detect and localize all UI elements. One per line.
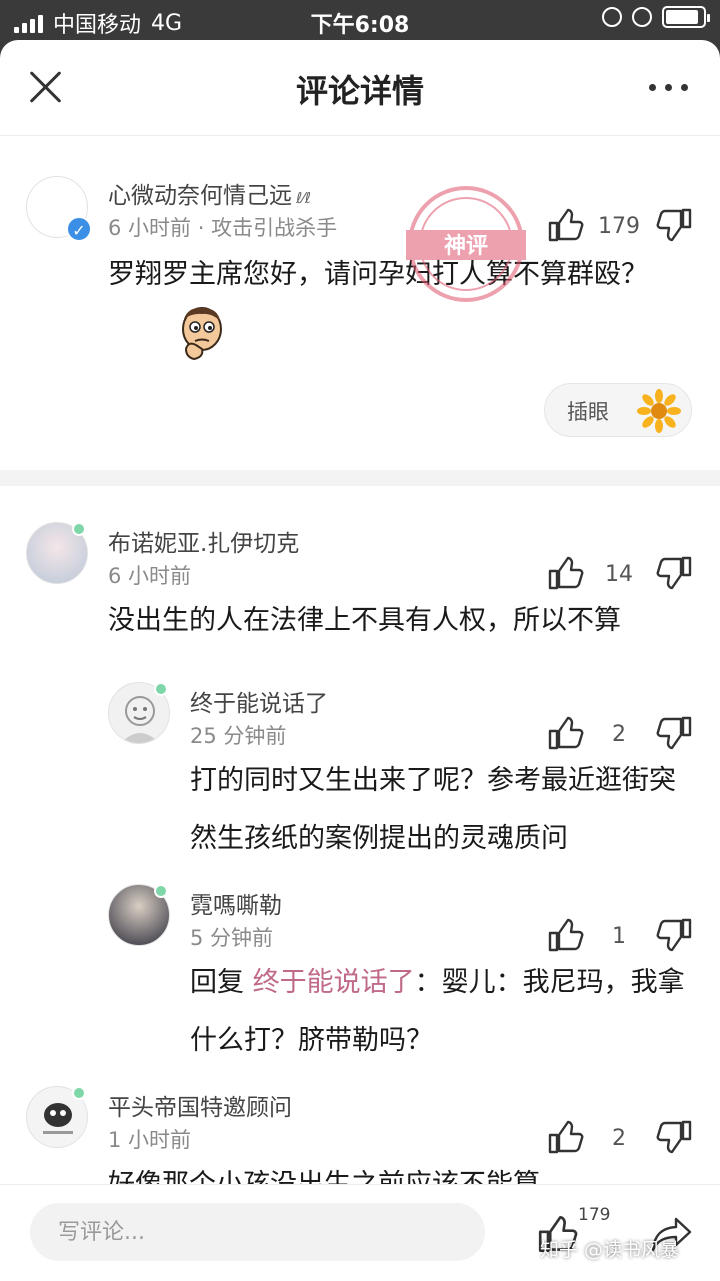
comment-meta: 6 小时前 · 攻击引战杀手	[108, 216, 338, 240]
like-icon[interactable]	[548, 716, 584, 750]
comment-author[interactable]: 霓嗎嘶勒	[190, 886, 282, 920]
dislike-icon[interactable]	[656, 208, 692, 242]
stamp-text: 神评	[444, 233, 488, 259]
like-count: 2	[612, 722, 626, 747]
reply-comment: 平头帝国特邀顾问 1 小时前 好像那个小孩没出生之前应该不能算 2	[0, 1070, 720, 1200]
comment-author[interactable]: 终于能说话了	[190, 684, 328, 718]
like-count: 179	[598, 214, 640, 239]
reply-colon: ：	[414, 967, 442, 998]
online-status-icon	[154, 884, 168, 898]
sunflower-icon	[637, 389, 681, 433]
comment-time: 6 小时前	[108, 564, 192, 588]
like-count: 2	[612, 1126, 626, 1151]
reply-comment: 布诺妮亚.扎伊切克 6 小时前 没出生的人在法律上不具有人权，所以不算 14	[0, 486, 720, 686]
dislike-icon[interactable]	[656, 1120, 692, 1154]
like-count: 179	[578, 1205, 611, 1225]
dislike-icon[interactable]	[656, 918, 692, 952]
verified-badge-icon: ✓	[66, 216, 92, 242]
thinking-emoji-icon	[182, 307, 222, 361]
bottom-bar: 179 知乎 @读书风暴	[0, 1184, 720, 1281]
nested-reply: 霓嗎嘶勒 5 分钟前 回复 终于能说话了：婴儿：我尼玛，我拿什么打？脐带勒吗？ …	[0, 868, 720, 1068]
online-status-icon	[72, 522, 86, 536]
reply-prefix: 回复	[190, 967, 244, 998]
comment-text: 打的同时又生出来了呢？参考最近逛街突然生孩纸的案例提出的灵魂质问	[190, 765, 676, 854]
status-bar: 中国移动 4G 下午6:08	[0, 0, 720, 40]
author-suffix: ℓ⁄ℓ	[296, 189, 311, 207]
watermark: 知乎 @读书风暴	[540, 1239, 680, 1261]
comment-input[interactable]	[30, 1203, 485, 1261]
comment-text: 罗翔罗主席您好，请问孕妇打人算不算群殴？	[108, 259, 648, 290]
comment-detail-sheet: 评论详情 ✓ 心微动奈何情己远 ℓ⁄ℓ 6 小时前 · 攻击引战杀手 罗翔罗主席您…	[0, 40, 720, 1281]
online-status-icon	[154, 682, 168, 696]
comment-time: 5 分钟前	[190, 926, 274, 950]
comment-author[interactable]: 布诺妮亚.扎伊切克	[108, 524, 299, 558]
comment-time: 25 分钟前	[190, 724, 287, 748]
nested-reply: 终于能说话了 25 分钟前 打的同时又生出来了呢？参考最近逛街突然生孩纸的案例提…	[0, 666, 720, 866]
header: 评论详情	[0, 40, 720, 136]
dislike-icon[interactable]	[656, 556, 692, 590]
comment-author[interactable]: 平头帝国特邀顾问	[108, 1088, 292, 1122]
like-icon[interactable]	[548, 1120, 584, 1154]
comment-text: 没出生的人在法律上不具有人权，所以不算	[108, 605, 621, 636]
comment-time: 1 小时前	[108, 1128, 192, 1152]
comment-text: 回复 终于能说话了：婴儿：我尼玛，我拿什么打？脐带勒吗？	[190, 954, 690, 1070]
like-icon[interactable]	[548, 918, 584, 952]
online-status-icon	[72, 1086, 86, 1100]
main-comment: ✓ 心微动奈何情己远 ℓ⁄ℓ 6 小时前 · 攻击引战杀手 罗翔罗主席您好，请问孕…	[0, 136, 720, 470]
section-divider	[0, 470, 720, 486]
bookmark-label: 插眼	[567, 400, 609, 424]
like-count: 14	[605, 562, 633, 587]
like-icon[interactable]	[548, 556, 584, 590]
comment-author[interactable]: 心微动奈何情己远 ℓ⁄ℓ	[108, 176, 311, 210]
alarm-icon	[632, 7, 652, 27]
page-title: 评论详情	[295, 72, 424, 110]
bookmark-button[interactable]: 插眼	[544, 383, 692, 437]
orientation-lock-icon	[602, 7, 622, 27]
mention-link[interactable]: 终于能说话了	[253, 967, 415, 998]
dislike-icon[interactable]	[656, 716, 692, 750]
hot-comment-stamp: 神评	[406, 186, 526, 302]
more-options-icon[interactable]	[649, 84, 688, 91]
like-count: 1	[612, 924, 626, 949]
like-icon[interactable]	[548, 208, 584, 242]
battery-icon	[662, 6, 710, 28]
